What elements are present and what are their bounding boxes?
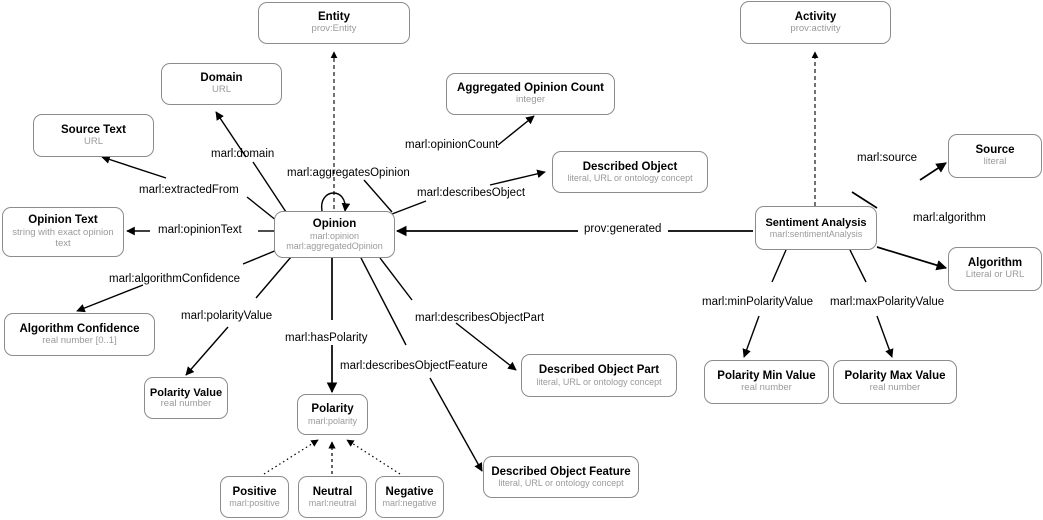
node-described-object-feature-subtitle: literal, URL or ontology concept (498, 478, 624, 489)
node-activity[interactable]: Activity prov:activity (740, 1, 891, 44)
node-opinion-subtitle-1: marl:opinion (309, 230, 360, 241)
edge-sentiment-algorithm (876, 246, 948, 271)
edge-opinion-aggregates-opinion (321, 192, 351, 212)
node-source-text[interactable]: Source Text URL (33, 114, 154, 157)
node-polarity-value-subtitle: real number (160, 397, 212, 409)
node-polarity-subtitle: marl:polarity (307, 415, 357, 426)
edge-label-marl-describes-object-part: marl:describesObjectPart (415, 312, 545, 324)
node-sentiment-analysis-subtitle: marl:sentimentAnalysis (769, 229, 863, 240)
node-polarity-min-value-subtitle: real number (741, 382, 792, 394)
node-negative[interactable]: Negative marl:negative (375, 476, 444, 518)
edge-label-prov-generated: prov:generated (584, 223, 662, 235)
edge-label-marl-aggregates-opinion: marl:aggregatesOpinion (287, 167, 410, 179)
ontology-diagram: Entity prov:Entity Activity prov:activit… (0, 0, 1043, 520)
node-opinion-text[interactable]: Opinion Text string with exact opinion t… (2, 207, 124, 257)
node-opinion-text-title: Opinion Text (28, 213, 98, 226)
edge-label-marl-max-polarity-value: marl:maxPolarityValue (830, 296, 945, 308)
node-source[interactable]: Source literal (948, 134, 1042, 178)
edge-label-marl-algorithm-confidence: marl:algorithmConfidence (109, 273, 241, 285)
node-algorithm-confidence[interactable]: Algorithm Confidence real number [0..1] (4, 313, 155, 356)
node-described-object-subtitle: literal, URL or ontology concept (567, 173, 693, 184)
node-negative-subtitle: marl:negative (382, 498, 437, 509)
node-algorithm-confidence-subtitle: real number [0..1] (42, 334, 117, 346)
edge-label-marl-source: marl:source (857, 152, 918, 164)
node-polarity-min-value[interactable]: Polarity Min Value real number (704, 360, 829, 404)
node-neutral-subtitle: marl:neutral (308, 498, 357, 509)
edge-label-marl-extracted-from: marl:extractedFrom (139, 184, 239, 196)
edge-label-marl-algorithm: marl:algorithm (913, 212, 986, 224)
node-source-text-subtitle: URL (83, 135, 103, 147)
node-described-object-feature-title: Described Object Feature (491, 465, 631, 478)
node-described-object-part-title: Described Object Part (538, 364, 660, 377)
node-opinion-subtitle-2: marl:aggregatedOpinion (286, 240, 383, 251)
node-domain-subtitle: URL (211, 84, 231, 96)
node-positive[interactable]: Positive marl:positive (220, 476, 289, 518)
node-described-object-part[interactable]: Described Object Part literal, URL or on… (521, 354, 677, 397)
edge-label-marl-min-polarity-value: marl:minPolarityValue (702, 296, 813, 308)
node-described-object-feature[interactable]: Described Object Feature literal, URL or… (483, 456, 639, 498)
node-sentiment-analysis[interactable]: Sentiment Analysis marl:sentimentAnalysi… (755, 206, 877, 250)
node-described-object-title: Described Object (582, 160, 678, 173)
node-activity-subtitle: prov:activity (790, 22, 841, 34)
node-neutral[interactable]: Neutral marl:neutral (298, 476, 367, 518)
node-opinion-text-subtitle: string with exact opinion text (12, 226, 114, 250)
edge-positive-polarity (263, 439, 319, 475)
node-described-object-part-subtitle: literal, URL or ontology concept (536, 376, 662, 387)
node-algorithm-subtitle: Literal or URL (965, 269, 1025, 281)
edge-negative-polarity (346, 439, 401, 475)
edge-label-marl-polarity-value: marl:polarityValue (181, 310, 273, 322)
node-polarity[interactable]: Polarity marl:polarity (297, 394, 368, 435)
node-polarity-max-value-subtitle: real number (869, 382, 921, 394)
node-opinion-title: Opinion (312, 217, 357, 230)
node-source-subtitle: literal (983, 156, 1007, 168)
node-polarity-title: Polarity (311, 403, 354, 416)
edge-label-marl-opinion-text: marl:opinionText (158, 224, 242, 236)
node-polarity-max-value[interactable]: Polarity Max Value real number (833, 360, 957, 404)
node-aggregated-opinion-count[interactable]: Aggregated Opinion Count integer (446, 73, 615, 115)
node-sentiment-analysis-title: Sentiment Analysis (765, 216, 867, 229)
node-negative-title: Negative (385, 485, 434, 498)
node-polarity-value[interactable]: Polarity Value real number (144, 377, 228, 419)
node-algorithm[interactable]: Algorithm Literal or URL (948, 247, 1042, 291)
edge-opinion-domain (215, 111, 287, 213)
edge-label-marl-describes-object-feature: marl:describesObjectFeature (340, 360, 488, 372)
node-positive-subtitle: marl:positive (229, 498, 280, 509)
node-polarity-value-title: Polarity Value (149, 386, 223, 399)
node-source-text-title: Source Text (61, 123, 126, 136)
edge-sentiment-source (851, 162, 947, 209)
node-entity-subtitle: prov:Entity (311, 23, 357, 35)
node-activity-title: Activity (794, 10, 837, 23)
node-aggregated-opinion-count-subtitle: integer (515, 94, 546, 106)
node-neutral-title: Neutral (312, 485, 353, 498)
node-described-object[interactable]: Described Object literal, URL or ontolog… (552, 151, 708, 193)
node-positive-title: Positive (232, 485, 277, 498)
edge-label-marl-domain: marl:domain (211, 148, 275, 160)
node-entity[interactable]: Entity prov:Entity (258, 2, 410, 44)
node-domain[interactable]: Domain URL (161, 63, 282, 105)
node-algorithm-confidence-title: Algorithm Confidence (19, 322, 140, 335)
edge-label-marl-opinion-count: marl:opinionCount (405, 139, 499, 151)
edge-label-marl-has-polarity: marl:hasPolarity (285, 332, 368, 344)
edge-label-marl-describes-object: marl:describesObject (417, 187, 526, 199)
node-opinion[interactable]: Opinion marl:opinion marl:aggregatedOpin… (274, 211, 395, 258)
